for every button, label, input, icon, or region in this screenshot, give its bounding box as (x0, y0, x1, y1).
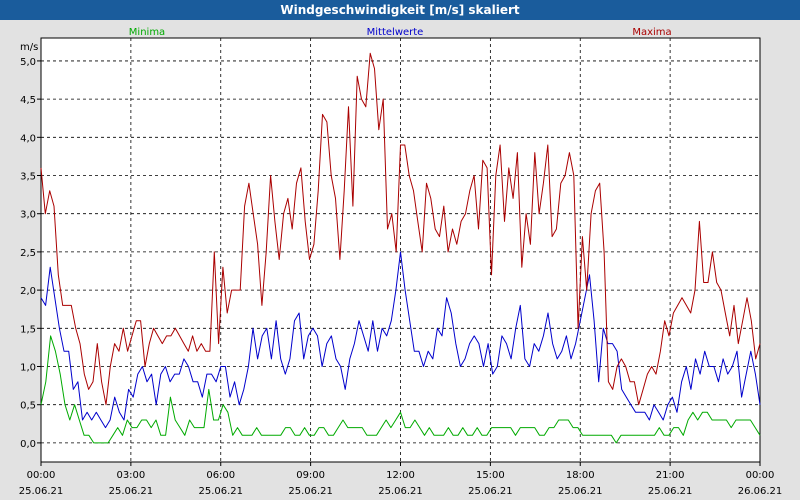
x-tick-date-label: 25.06.21 (19, 486, 64, 497)
y-tick-label: 0,0 (20, 439, 36, 450)
y-tick-label: 5,0 (20, 57, 36, 68)
x-tick-time-label: 09:00 (296, 470, 325, 481)
y-axis-ticks: 0,0 0,5 1,0 1,5 2,0 2,5 3,0 3,5 4,0 4,5 5,0 (20, 57, 41, 450)
y-tick-label: 3,5 (20, 172, 36, 183)
x-tick-date-label: 25.06.21 (468, 486, 513, 497)
x-tick-time-label: 18:00 (566, 470, 595, 481)
x-tick-time-label: 03:00 (116, 470, 145, 481)
y-tick-label: 0,5 (20, 401, 36, 412)
legend-label-minima: Minima (129, 27, 165, 38)
windspeed-chart: 0,0 0,5 1,0 1,5 2,0 2,5 3,0 3,5 4,0 4,5 5,0 00:00 2… (19, 27, 783, 497)
x-tick-time-label: 15:00 (476, 470, 505, 481)
legend-label-maxima: Maxima (632, 27, 671, 38)
legend-label-mittelwerte: Mittelwerte (367, 27, 424, 38)
x-tick-time-label: 06:00 (206, 470, 235, 481)
y-tick-label: 4,5 (20, 95, 36, 106)
x-tick-time-label: 21:00 (656, 470, 685, 481)
x-tick-date-label: 25.06.21 (288, 486, 333, 497)
y-tick-label: 2,0 (20, 286, 36, 297)
legend: Minima Mittelwerte Maxima (129, 27, 672, 38)
y-tick-label: 2,5 (20, 248, 36, 259)
x-axis-ticks: 00:00 25.06.21 03:00 25.06.21 06:00 25.06.21 0… (19, 462, 783, 497)
x-tick-time-label: 00:00 (746, 470, 775, 481)
y-tick-label: 1,0 (20, 363, 36, 374)
x-tick-date-label: 25.06.21 (109, 486, 154, 497)
x-tick-date-label: 26.06.21 (738, 486, 783, 497)
x-tick-date-label: 25.06.21 (558, 486, 603, 497)
y-tick-label: 1,5 (20, 324, 36, 335)
x-tick-date-label: 25.06.21 (648, 486, 693, 497)
y-tick-label: 3,0 (20, 210, 36, 221)
y-tick-label: 4,0 (20, 133, 36, 144)
x-tick-time-label: 00:00 (27, 470, 56, 481)
x-tick-date-label: 25.06.21 (378, 486, 423, 497)
x-tick-date-label: 25.06.21 (198, 486, 243, 497)
y-axis-unit-label: m/s (20, 42, 38, 53)
x-tick-time-label: 12:00 (386, 470, 415, 481)
